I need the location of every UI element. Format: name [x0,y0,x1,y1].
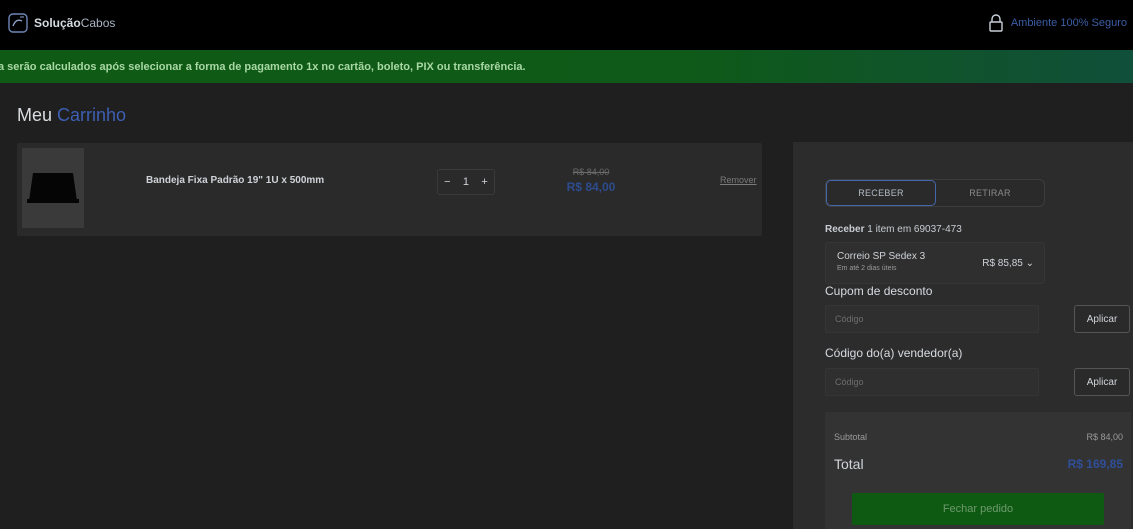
logo-mark-icon [8,12,30,34]
notice-banner: a serão calculados após selecionar a for… [0,50,1133,83]
notice-text: a serão calculados após selecionar a for… [0,60,526,73]
tray-icon [27,173,79,203]
shipping-name: Correio SP Sedex 3 [837,251,926,262]
total-value: R$ 169,85 [1067,457,1123,471]
subtotal-value: R$ 84,00 [1086,432,1123,442]
site-logo[interactable]: SoluçãoCabos [8,12,115,34]
price-original: R$ 84,00 [572,167,610,177]
seller-code-label: Código do(a) vendedor(a) [825,346,963,360]
cart-item: Bandeja Fixa Padrão 19" 1U x 500mm − 1 +… [17,143,762,236]
seller-code-input[interactable] [825,368,1039,396]
coupon-label: Cupom de desconto [825,284,933,298]
product-name[interactable]: Bandeja Fixa Padrão 19" 1U x 500mm [146,175,324,186]
chevron-down-icon: ⌄ [1025,258,1034,269]
price-current: R$ 84,00 [566,180,616,194]
decrease-button[interactable]: − [444,176,450,188]
tab-receber[interactable]: RECEBER [826,180,936,206]
logo-text: SoluçãoCabos [34,16,116,30]
coupon-input[interactable] [825,305,1039,333]
remove-link[interactable]: Remover [720,175,757,185]
delivery-toggle: RECEBER RETIRAR [825,179,1045,207]
secure-badge: Ambiente 100% Seguro [989,14,1127,32]
secure-label: Ambiente 100% Seguro [1010,17,1127,29]
order-sidebar: RECEBER RETIRAR Receber 1 item em 69037-… [793,142,1133,529]
product-image[interactable] [22,148,84,228]
main-content: Meu Carrinho Bandeja Fixa Padrão 19" 1U … [0,83,1133,529]
quantity-value: 1 [462,176,470,188]
order-summary: Subtotal R$ 84,00 Total R$ 169,85 Fechar… [825,412,1131,529]
increase-button[interactable]: + [481,176,487,188]
shipping-option[interactable]: Correio SP Sedex 3 Em até 2 dias úteis R… [825,242,1045,284]
total-label: Total [834,456,864,472]
quantity-stepper: − 1 + [437,169,495,195]
checkout-button[interactable]: Fechar pedido [852,493,1104,525]
subtotal-label: Subtotal [834,432,868,442]
shipping-price: R$ 85,85 ⌄ [982,258,1034,269]
top-bar: SoluçãoCabos Ambiente 100% Seguro [0,0,1133,50]
apply-seller-code-button[interactable]: Aplicar [1074,368,1130,396]
page-title: Meu Carrinho [17,105,127,125]
lock-icon [989,14,1003,32]
tab-retirar[interactable]: RETIRAR [936,180,1044,206]
apply-coupon-button[interactable]: Aplicar [1074,305,1130,333]
shipping-eta: Em até 2 dias úteis [837,265,897,272]
receive-info: Receber 1 item em 69037-473 [825,224,962,235]
